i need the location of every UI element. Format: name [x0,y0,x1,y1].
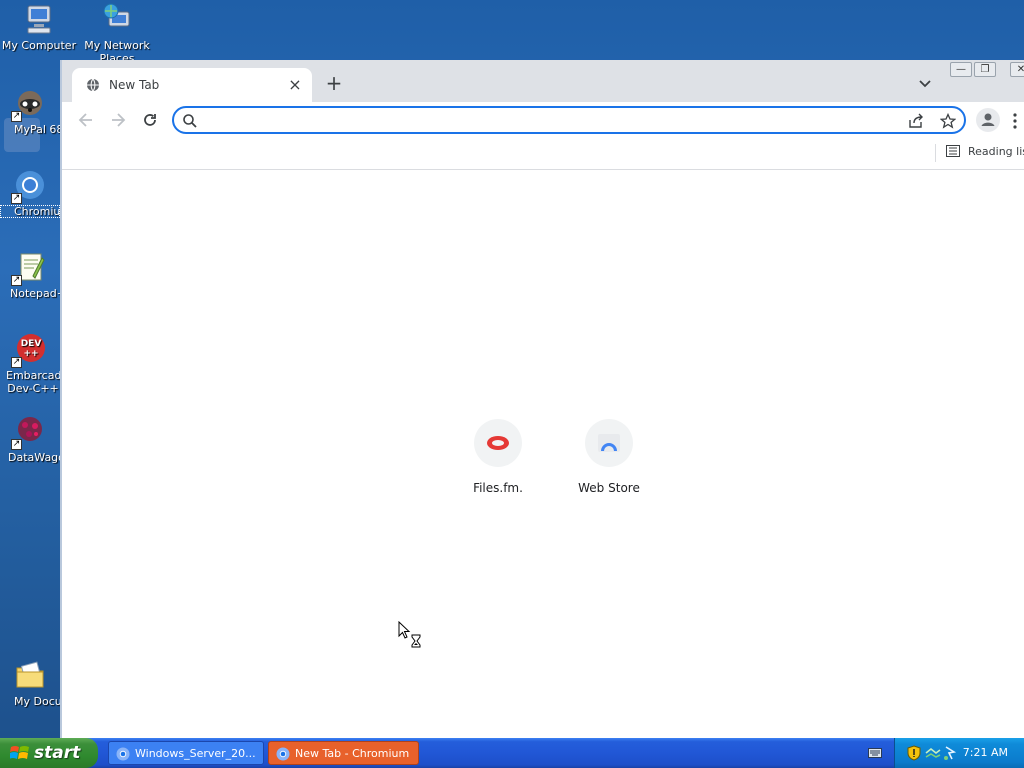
address-input[interactable] [206,111,896,129]
svg-text:++: ++ [23,349,38,359]
taskbar-item-label: Windows_Server_20... [135,747,256,760]
tab-strip: New Tab × + — ❐ ✕ [62,60,1024,102]
datawagon-icon: ↗ [11,414,47,450]
notepad-plus-plus-icon: ↗ [11,250,47,286]
clock: 7:21 AM [962,746,1008,759]
web-store-icon [585,419,633,467]
desktop-icon-label: My Documents [14,695,60,708]
dev-cpp-icon: DEV ++ ↗ [11,332,47,368]
computer-icon [22,2,56,36]
globe-icon [87,78,99,92]
new-tab-page: Files.fm. Web Store [62,171,1024,738]
reading-list-button[interactable]: Reading list [946,145,1024,163]
desktop-icon-mypal[interactable]: ↗ MyPal 68 [0,86,60,136]
desktop-icon-label: Chromium [0,205,60,218]
desktop-icon-my-documents[interactable]: My Documents [0,658,60,708]
restore-button[interactable]: ❐ [974,62,996,77]
chromium-icon [116,747,130,761]
desktop-icon-dev-cpp[interactable]: DEV++ ↗ Embarcadero Dev-C++ [0,332,60,395]
tab-new-tab[interactable]: New Tab × [72,68,312,102]
forward-arrow-icon[interactable] [108,110,128,130]
chromium-icon [276,747,290,761]
share-icon[interactable] [908,113,924,129]
busy-cursor-icon [398,621,421,648]
more-vert-menu-icon[interactable] [1010,112,1020,130]
tab-title: New Tab [109,78,160,92]
shortcut-arrow-icon: ↗ [11,275,22,286]
desktop-icon-label: My Network Places [84,39,150,60]
mypal-icon: ↗ [11,86,47,122]
windows-logo-icon [10,746,29,759]
desktop-icon-my-network-places[interactable]: My Network Places [78,2,156,60]
shortcut-name: Web Store [578,481,640,495]
tab-close-icon[interactable]: × [286,76,304,94]
close-window-button[interactable]: ✕ [1010,62,1024,77]
reload-icon[interactable] [140,110,160,130]
svg-text:DEV: DEV [21,339,42,349]
reading-list-icon [946,145,960,157]
taskbar-item-windows-server[interactable]: Windows_Server_20... [108,741,264,765]
profile-avatar-button[interactable] [976,108,1000,132]
start-button[interactable]: start [0,738,98,768]
taskbar: start Windows_Server_20... New Tab - Chr… [0,738,1024,768]
browser-window: New Tab × + — ❐ ✕ Reading list [60,60,1024,738]
shortcut-name: Files.fm. [473,481,523,495]
desktop-icon-chromium[interactable]: ↗ Chromium [0,168,60,218]
shortcut-arrow-icon: ↗ [11,357,22,368]
reading-list-label: Reading list [968,145,1024,158]
back-arrow-icon[interactable] [76,110,96,130]
shortcut-arrow-icon: ↗ [11,439,22,450]
network-icon [100,2,134,36]
bookmark-star-icon[interactable] [940,113,956,129]
shortcut-arrow-icon: ↗ [11,111,22,122]
taskbar-item-new-tab-chromium[interactable]: New Tab - Chromium [268,741,419,765]
desktop-icon-datawagon[interactable]: ↗ DataWagon [0,414,60,464]
shortcut-tile-files-fm[interactable]: Files.fm. [453,419,543,495]
address-bar[interactable] [172,106,966,134]
minimize-button[interactable]: — [950,62,972,77]
tab-search-chevron-down-icon[interactable] [918,76,932,90]
shortcut-arrow-icon: ↗ [11,193,22,204]
desktop-icon-label: Notepad++ [10,287,60,300]
desktop-icon-label: My Computer [1,39,77,52]
desktop-icon-label: MyPal 68 [14,123,60,136]
connection-icon[interactable] [943,745,957,761]
system-tray: 7:21 AM [894,738,1024,768]
chromium-icon: ↗ [11,168,47,204]
desktop-icon-my-computer[interactable]: My Computer [0,2,78,52]
person-icon [981,113,995,126]
bookmarks-separator [935,144,936,162]
browser-toolbar [62,102,1024,138]
bookmarks-bar: Reading list [62,138,1024,170]
desktop-icon-label: Embarcadero Dev-C++ [6,369,60,395]
security-shield-icon[interactable] [907,745,921,761]
folder-icon [13,658,47,692]
desktop-icon-label: DataWagon [8,451,60,464]
taskbar-item-label: New Tab - Chromium [295,747,410,760]
desktop-icon-notepad-plus-plus[interactable]: ↗ Notepad++ [0,250,60,300]
network-status-icon[interactable] [925,746,941,760]
shortcut-tile-web-store[interactable]: Web Store [564,419,654,495]
start-label: start [34,743,81,763]
search-icon [183,114,197,128]
new-tab-button[interactable]: + [324,73,344,94]
files-fm-icon [474,419,522,467]
keyboard-icon[interactable] [868,747,882,759]
